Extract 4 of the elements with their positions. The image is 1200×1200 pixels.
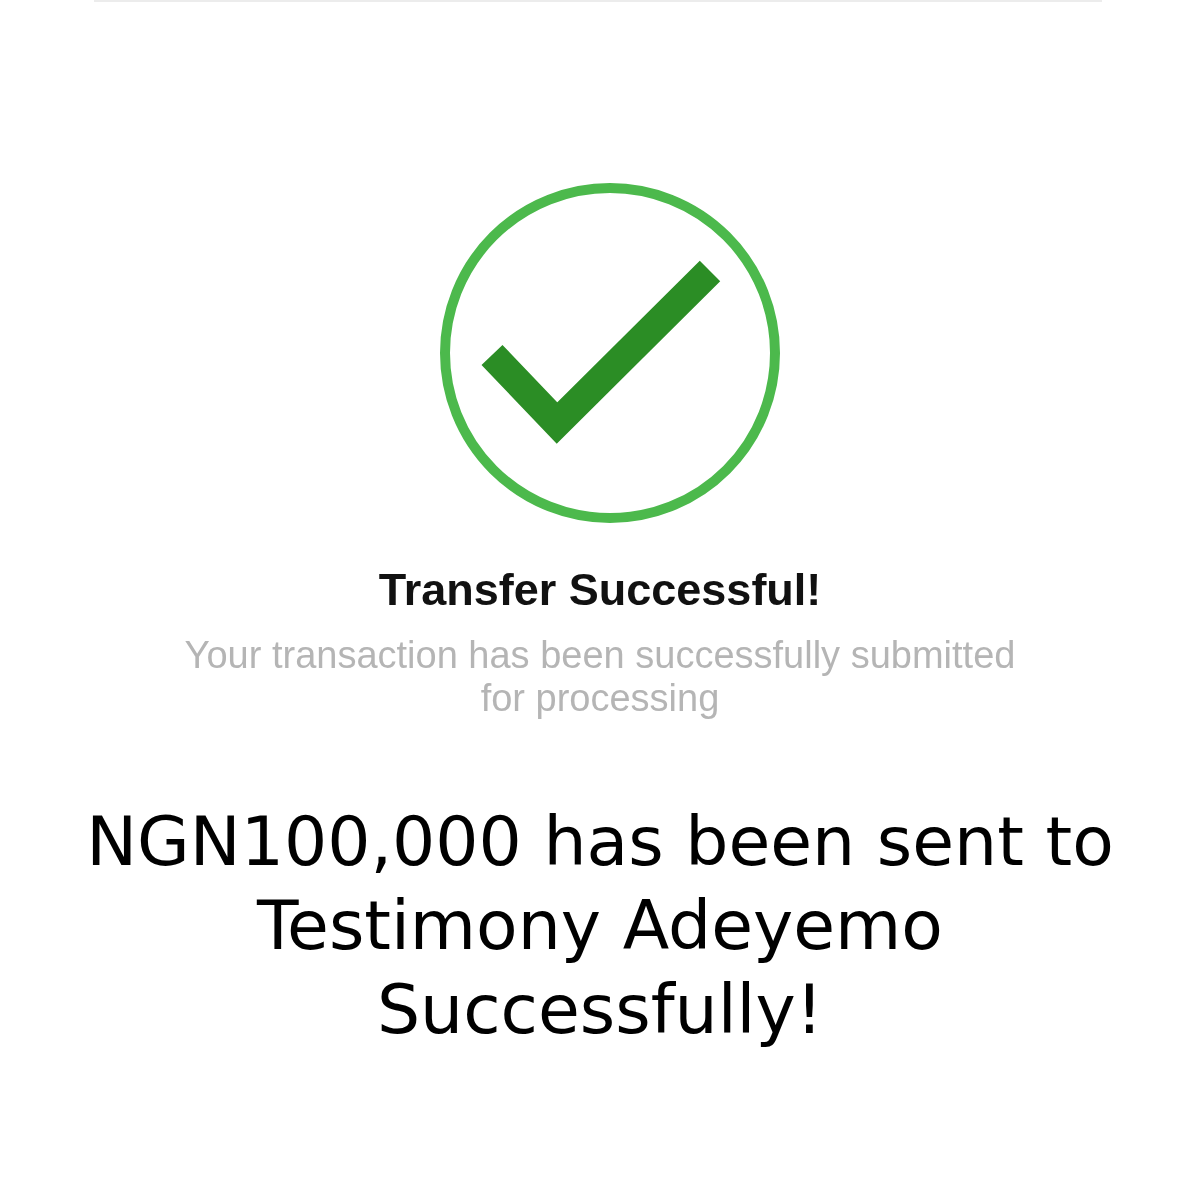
check-circle-icon — [440, 183, 780, 523]
success-title: Transfer Successful! — [378, 564, 822, 616]
transfer-message: NGN100,000 has been sent to Testimony Adeyemo Successfully! — [86, 801, 1114, 1051]
success-description: Your transaction has been successfully submitted for processing — [183, 634, 1017, 720]
